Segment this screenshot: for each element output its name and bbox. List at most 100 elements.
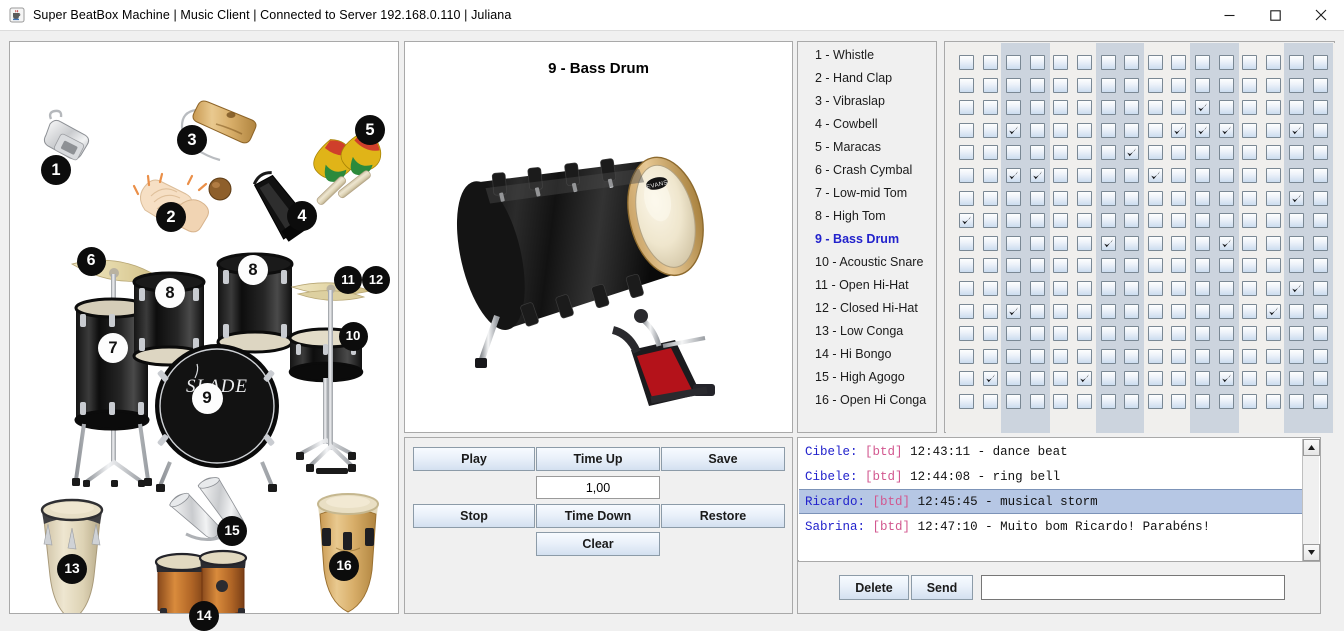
instrument-badge-7[interactable]: 7	[98, 333, 128, 363]
beat-checkbox-r11-c4[interactable]	[1029, 281, 1045, 296]
beat-checkbox-r1-c11[interactable]	[1195, 55, 1210, 70]
beat-grid[interactable]	[946, 43, 1335, 433]
beat-checkbox-r12-c8[interactable]	[1124, 303, 1140, 319]
instrument-list-item-4[interactable]: 4 - Cowbell	[799, 112, 935, 135]
beat-checkbox-r6-c11[interactable]	[1195, 168, 1210, 183]
beat-checkbox-r10-c12[interactable]	[1218, 258, 1234, 274]
beat-checkbox-r15-c8[interactable]	[1124, 371, 1140, 387]
beat-checkbox-r1-c2[interactable]	[982, 55, 998, 70]
beat-checkbox-r13-c11[interactable]	[1195, 326, 1210, 342]
beat-checkbox-r16-c6[interactable]	[1077, 394, 1092, 409]
beat-checkbox-r12-c7[interactable]	[1100, 303, 1116, 319]
beat-checkbox-r11-c3[interactable]	[1006, 281, 1022, 296]
beat-checkbox-r7-c3[interactable]	[1006, 190, 1022, 206]
beat-checkbox-r15-c15[interactable]	[1289, 371, 1305, 387]
beat-checkbox-r12-c14[interactable]	[1265, 303, 1281, 319]
maximize-button[interactable]	[1252, 0, 1298, 31]
instrument-badge-10[interactable]: 10	[338, 321, 368, 351]
beat-checkbox-r14-c7[interactable]	[1100, 348, 1116, 364]
beat-checkbox-r13-c14[interactable]	[1265, 326, 1281, 342]
beat-checkbox-r13-c10[interactable]	[1171, 326, 1187, 342]
beat-checkbox-r8-c5[interactable]	[1053, 213, 1069, 229]
beat-checkbox-r6-c13[interactable]	[1242, 168, 1258, 183]
instrument-list-item-2[interactable]: 2 - Hand Clap	[799, 66, 935, 89]
beat-checkbox-r10-c7[interactable]	[1100, 258, 1116, 274]
instrument-badge-12[interactable]: 12	[362, 266, 390, 294]
beat-checkbox-r10-c4[interactable]	[1029, 258, 1045, 274]
beat-checkbox-r13-c12[interactable]	[1218, 326, 1234, 342]
beat-checkbox-r12-c3[interactable]	[1006, 303, 1022, 319]
instrument-list-item-15[interactable]: 15 - High Agogo	[799, 365, 935, 388]
instrument-badge-8[interactable]: 8	[238, 255, 268, 285]
beat-checkbox-r6-c6[interactable]	[1077, 168, 1092, 183]
beat-checkbox-r10-c5[interactable]	[1053, 258, 1069, 274]
beat-checkbox-r2-c4[interactable]	[1029, 77, 1045, 93]
beat-checkbox-r9-c13[interactable]	[1242, 235, 1258, 251]
beat-checkbox-r13-c8[interactable]	[1124, 326, 1140, 342]
beat-checkbox-r10-c6[interactable]	[1077, 258, 1092, 274]
beat-checkbox-r1-c3[interactable]	[1006, 55, 1022, 70]
beat-checkbox-r2-c7[interactable]	[1100, 77, 1116, 93]
beat-checkbox-r4-c2[interactable]	[982, 122, 998, 138]
instrument-badge-13[interactable]: 13	[57, 554, 87, 584]
beat-checkbox-r15-c2[interactable]	[982, 371, 998, 387]
beat-checkbox-r3-c8[interactable]	[1124, 100, 1140, 116]
beat-checkbox-r15-c6[interactable]	[1077, 371, 1092, 387]
beat-checkbox-r14-c10[interactable]	[1171, 348, 1187, 364]
beat-checkbox-r15-c3[interactable]	[1006, 371, 1022, 387]
beat-checkbox-r12-c16[interactable]	[1313, 303, 1328, 319]
beat-checkbox-r14-c12[interactable]	[1218, 348, 1234, 364]
beat-checkbox-r4-c12[interactable]	[1218, 122, 1234, 138]
beat-checkbox-r7-c11[interactable]	[1195, 190, 1210, 206]
beat-grid-panel[interactable]	[944, 41, 1335, 433]
beat-checkbox-r4-c13[interactable]	[1242, 122, 1258, 138]
beat-checkbox-r7-c1[interactable]	[959, 190, 974, 206]
beat-checkbox-r13-c5[interactable]	[1053, 326, 1069, 342]
instrument-badge-6[interactable]: 6	[76, 246, 106, 276]
beat-checkbox-r15-c16[interactable]	[1313, 371, 1328, 387]
beat-checkbox-r5-c14[interactable]	[1265, 145, 1281, 161]
beat-checkbox-r9-c15[interactable]	[1289, 235, 1305, 251]
play-button[interactable]: Play	[413, 447, 535, 471]
beat-checkbox-r8-c3[interactable]	[1006, 213, 1022, 229]
instrument-list-item-12[interactable]: 12 - Closed Hi-Hat	[799, 296, 935, 319]
beat-checkbox-r1-c5[interactable]	[1053, 55, 1069, 70]
instrument-list[interactable]: 1 - Whistle 2 - Hand Clap 3 - Vibraslap 4 -…	[799, 43, 935, 431]
beat-checkbox-r9-c14[interactable]	[1265, 235, 1281, 251]
beat-checkbox-r5-c1[interactable]	[959, 145, 974, 161]
beat-checkbox-r13-c3[interactable]	[1006, 326, 1022, 342]
beat-checkbox-r11-c2[interactable]	[982, 281, 998, 296]
beat-checkbox-r1-c15[interactable]	[1289, 55, 1305, 70]
beat-checkbox-r16-c8[interactable]	[1124, 394, 1140, 409]
beat-checkbox-r9-c4[interactable]	[1029, 235, 1045, 251]
instrument-badge-16[interactable]: 16	[329, 551, 359, 581]
beat-checkbox-r8-c8[interactable]	[1124, 213, 1140, 229]
beat-checkbox-r2-c12[interactable]	[1218, 77, 1234, 93]
instrument-badge-14[interactable]: 14	[189, 601, 219, 631]
time-down-button[interactable]: Time Down	[536, 504, 660, 528]
beat-checkbox-r10-c1[interactable]	[959, 258, 974, 274]
beat-checkbox-r3-c11[interactable]	[1195, 100, 1210, 116]
beat-checkbox-r14-c5[interactable]	[1053, 348, 1069, 364]
beat-checkbox-r3-c16[interactable]	[1313, 100, 1328, 116]
restore-button[interactable]: Restore	[661, 504, 785, 528]
beat-checkbox-r10-c14[interactable]	[1265, 258, 1281, 274]
beat-checkbox-r1-c14[interactable]	[1265, 55, 1281, 70]
beat-checkbox-r14-c1[interactable]	[959, 348, 974, 364]
beat-checkbox-r9-c5[interactable]	[1053, 235, 1069, 251]
beat-checkbox-r5-c16[interactable]	[1313, 145, 1328, 161]
triangle-up-icon[interactable]	[1303, 439, 1320, 456]
beat-checkbox-r8-c10[interactable]	[1171, 213, 1187, 229]
beat-checkbox-r7-c4[interactable]	[1029, 190, 1045, 206]
beat-checkbox-r7-c10[interactable]	[1171, 190, 1187, 206]
beat-checkbox-r5-c7[interactable]	[1100, 145, 1116, 161]
beat-checkbox-r2-c10[interactable]	[1171, 77, 1187, 93]
beat-checkbox-r14-c9[interactable]	[1147, 348, 1163, 364]
beat-checkbox-r8-c1[interactable]	[959, 213, 974, 229]
instrument-list-item-8[interactable]: 8 - High Tom	[799, 204, 935, 227]
beat-checkbox-r2-c6[interactable]	[1077, 77, 1092, 93]
instrument-list-item-11[interactable]: 11 - Open Hi-Hat	[799, 273, 935, 296]
beat-checkbox-r13-c13[interactable]	[1242, 326, 1258, 342]
beat-checkbox-r5-c2[interactable]	[982, 145, 998, 161]
instrument-list-item-16[interactable]: 16 - Open Hi Conga	[799, 388, 935, 411]
